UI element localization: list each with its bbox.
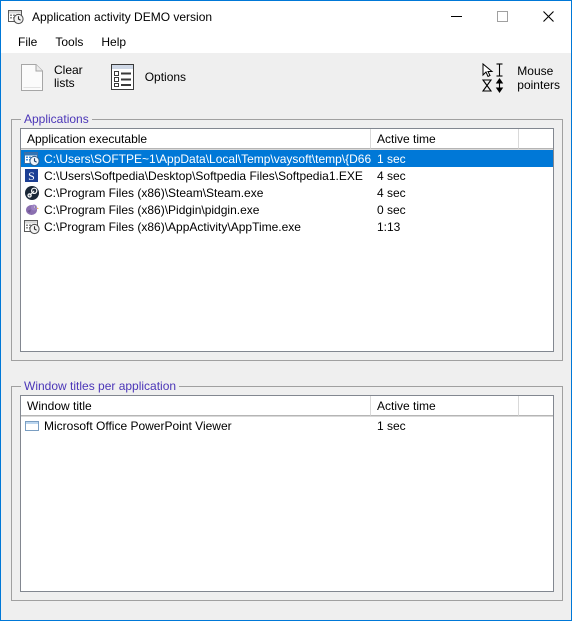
table-row[interactable]: C:\Program Files (x86)\Steam\Steam.exe 4… <box>21 184 553 201</box>
applications-group: Applications Application executable Acti… <box>11 112 563 361</box>
menu-item-help[interactable]: Help <box>92 33 135 52</box>
minimize-icon <box>450 16 462 17</box>
mouse-pointers-label: Mouse pointers <box>517 64 560 92</box>
window-controls <box>433 1 571 32</box>
row-active-time: 0 sec <box>377 202 406 217</box>
window-titles-group-title: Window titles per application <box>21 379 180 393</box>
row-name-cell: C:\Program Files (x86)\AppActivity\AppTi… <box>21 219 371 235</box>
close-icon <box>542 11 554 22</box>
applications-listview[interactable]: Application executable Active time C:\Us… <box>20 128 554 352</box>
mouse-pointers-icon <box>481 62 511 94</box>
row-active-time: 1 sec <box>377 418 406 433</box>
title-bar: Application activity DEMO version <box>1 1 571 32</box>
options-button[interactable]: Options <box>100 56 195 98</box>
menu-item-tools[interactable]: Tools <box>46 33 92 52</box>
column-header-extra[interactable] <box>519 396 553 416</box>
application-executable-path: C:\Program Files (x86)\Pidgin\pidgin.exe <box>44 202 260 217</box>
row-name-cell: C:\Program Files (x86)\Pidgin\pidgin.exe <box>21 202 371 218</box>
window-title-text: Microsoft Office PowerPoint Viewer <box>44 418 232 433</box>
applications-list-body: C:\Users\SOFTPE~1\AppData\Local\Temp\vay… <box>21 150 553 351</box>
application-executable-path: C:\Users\Softpedia\Desktop\Softpedia Fil… <box>44 168 363 183</box>
table-row[interactable]: C:\Users\SOFTPE~1\AppData\Local\Temp\vay… <box>21 150 553 167</box>
app-activity-icon <box>24 151 40 167</box>
app-activity-icon <box>24 219 40 235</box>
row-name-cell: S C:\Users\Softpedia\Desktop\Softpedia F… <box>21 168 371 184</box>
softpedia-icon: S <box>24 168 40 184</box>
toolbar: Clear lists Options Mouse pointers <box>1 53 571 101</box>
column-header-active-time[interactable]: Active time <box>371 129 519 149</box>
menu-item-file[interactable]: File <box>9 33 46 52</box>
blank-page-icon <box>18 62 46 92</box>
menu-bar: File Tools Help <box>1 32 571 53</box>
window-titles-group: Window titles per application Window tit… <box>11 379 563 601</box>
application-executable-path: C:\Program Files (x86)\AppActivity\AppTi… <box>44 219 301 234</box>
row-active-time: 1 sec <box>377 151 406 166</box>
window-titles-list-header: Window title Active time <box>21 396 553 417</box>
column-header-active-time[interactable]: Active time <box>371 396 519 416</box>
maximize-icon <box>496 11 508 22</box>
list-options-icon <box>109 62 137 92</box>
row-active-time: 4 sec <box>377 185 406 200</box>
row-name-cell: C:\Users\SOFTPE~1\AppData\Local\Temp\vay… <box>21 151 371 167</box>
row-name-cell: C:\Program Files (x86)\Steam\Steam.exe <box>21 185 371 201</box>
table-row[interactable]: C:\Program Files (x86)\AppActivity\AppTi… <box>21 218 553 235</box>
column-header-extra[interactable] <box>519 129 553 149</box>
app-activity-icon <box>8 9 24 25</box>
window-title: Application activity DEMO version <box>32 9 213 24</box>
table-row[interactable]: S C:\Users\Softpedia\Desktop\Softpedia F… <box>21 167 553 184</box>
table-row[interactable]: Microsoft Office PowerPoint Viewer 1 sec <box>21 417 553 434</box>
minimize-button[interactable] <box>433 1 479 32</box>
svg-text:S: S <box>28 169 35 183</box>
application-window: Application activity DEMO version File T… <box>0 0 572 621</box>
row-name-cell: Microsoft Office PowerPoint Viewer <box>21 418 371 434</box>
row-active-time: 4 sec <box>377 168 406 183</box>
row-active-time: 1:13 <box>377 219 401 234</box>
mouse-pointers-button[interactable]: Mouse pointers <box>476 57 565 99</box>
application-executable-path: C:\Users\SOFTPE~1\AppData\Local\Temp\vay… <box>44 151 371 166</box>
close-button[interactable] <box>525 1 571 32</box>
table-row[interactable]: C:\Program Files (x86)\Pidgin\pidgin.exe… <box>21 201 553 218</box>
clear-lists-button[interactable]: Clear lists <box>9 56 92 98</box>
window-titles-listview[interactable]: Window title Active time Microsoft Offic… <box>20 395 554 592</box>
window-titles-list-body: Microsoft Office PowerPoint Viewer 1 sec <box>21 417 553 591</box>
applications-group-title: Applications <box>21 112 92 126</box>
pidgin-icon <box>24 202 40 218</box>
maximize-button[interactable] <box>479 1 525 32</box>
column-header-application-executable[interactable]: Application executable <box>21 129 371 149</box>
clear-lists-label: Clear lists <box>54 63 83 90</box>
column-header-window-title[interactable]: Window title <box>21 396 371 416</box>
application-executable-path: C:\Program Files (x86)\Steam\Steam.exe <box>44 185 264 200</box>
options-label: Options <box>144 69 187 84</box>
steam-icon <box>24 185 40 201</box>
window-icon <box>24 418 40 434</box>
applications-list-header: Application executable Active time <box>21 129 553 150</box>
